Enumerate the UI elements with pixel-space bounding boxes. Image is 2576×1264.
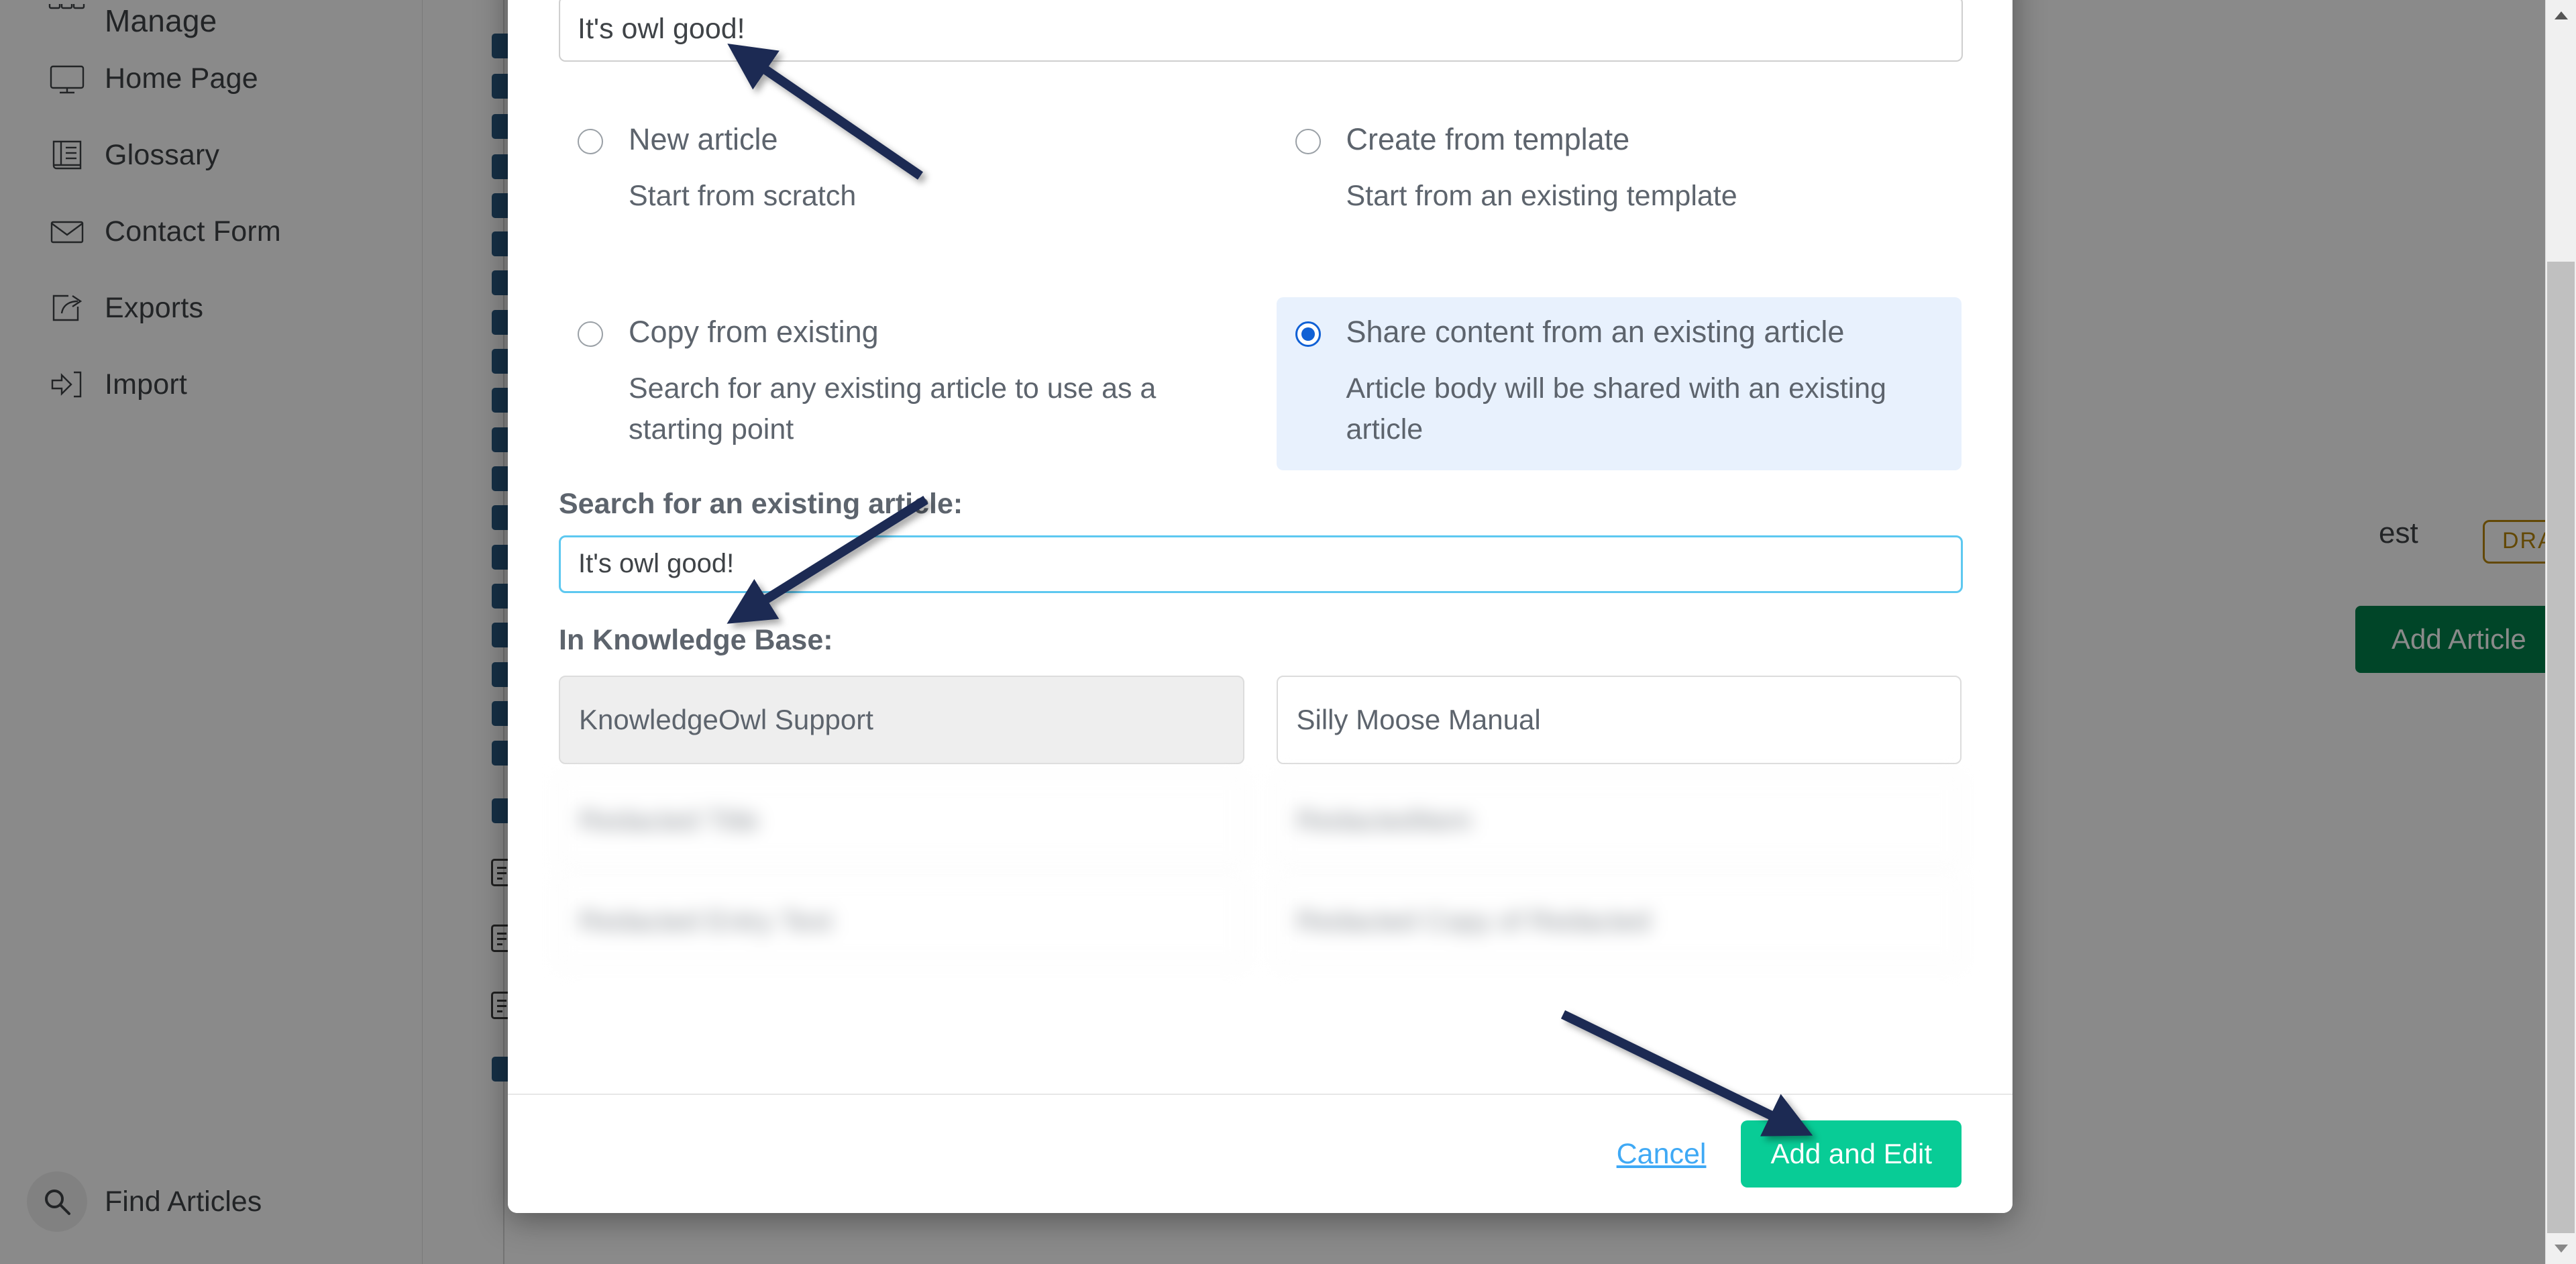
option-description: Search for any existing article to use a… [629, 372, 1157, 445]
kb-result-item[interactable]: KnowledgeOwl Support [559, 675, 1244, 764]
scrollbar-thumb[interactable] [2547, 262, 2575, 1233]
radio-new-article[interactable] [578, 129, 603, 154]
kb-column-right: Silly Moose Manual RedactedItem Redacted… [1276, 675, 1962, 965]
add-and-edit-button[interactable]: Add and Edit [1741, 1120, 1962, 1188]
option-title: New article [629, 122, 778, 156]
scroll-up-arrow-icon[interactable] [2546, 0, 2576, 31]
option-title: Copy from existing [629, 314, 879, 349]
kb-result-item[interactable]: Redacted Title [559, 776, 1244, 865]
scroll-down-arrow-icon[interactable] [2546, 1233, 2576, 1264]
option-title: Share content from an existing article [1346, 314, 1845, 349]
browser-scrollbar[interactable] [2545, 0, 2576, 1264]
search-label: Search for an existing article: [559, 487, 963, 520]
option-share-content[interactable]: Share content from an existing article A… [1276, 297, 1962, 470]
add-article-modal: New article Start from scratch Create fr… [508, 0, 2012, 1213]
radio-share-content[interactable] [1295, 321, 1321, 347]
modal-body: New article Start from scratch Create fr… [508, 0, 2012, 965]
option-title: Create from template [1346, 122, 1630, 156]
kb-result-label: Silly Moose Manual [1296, 703, 1541, 735]
option-copy-from-existing[interactable]: Copy from existing Search for any existi… [559, 297, 1244, 470]
kb-result-item[interactable]: Redacted Copy of Redacted [1276, 876, 1962, 965]
cancel-button[interactable]: Cancel [1617, 1138, 1707, 1171]
article-source-options: New article Start from scratch Create fr… [559, 105, 1962, 470]
option-new-article[interactable]: New article Start from scratch [559, 105, 1244, 297]
kb-result-item[interactable]: Silly Moose Manual [1276, 675, 1962, 764]
kb-result-label: KnowledgeOwl Support [579, 703, 873, 735]
modal-footer: Cancel Add and Edit [508, 1094, 2012, 1213]
radio-copy-from-existing[interactable] [578, 321, 603, 347]
kb-result-item[interactable]: RedactedItem [1276, 776, 1962, 865]
option-description: Article body will be shared with an exis… [1346, 372, 1886, 445]
option-description: Start from scratch [629, 179, 857, 212]
search-existing-article-input[interactable] [559, 535, 1963, 593]
knowledge-base-label: In Knowledge Base: [559, 623, 833, 656]
option-description: Start from an existing template [1346, 179, 1737, 212]
knowledge-base-results: KnowledgeOwl Support Redacted Title Reda… [559, 675, 1962, 965]
article-title-input[interactable] [559, 0, 1963, 62]
radio-create-from-template[interactable] [1295, 129, 1321, 154]
option-create-from-template[interactable]: Create from template Start from an exist… [1277, 105, 1962, 297]
kb-result-item[interactable]: Redacted Entry Text [559, 876, 1244, 965]
kb-result-label: Redacted Title [579, 804, 759, 836]
kb-result-label: Redacted Copy of Redacted [1296, 904, 1651, 937]
kb-result-label: RedactedItem [1296, 804, 1472, 836]
kb-column-left: KnowledgeOwl Support Redacted Title Reda… [559, 675, 1244, 965]
kb-result-label: Redacted Entry Text [579, 904, 833, 937]
